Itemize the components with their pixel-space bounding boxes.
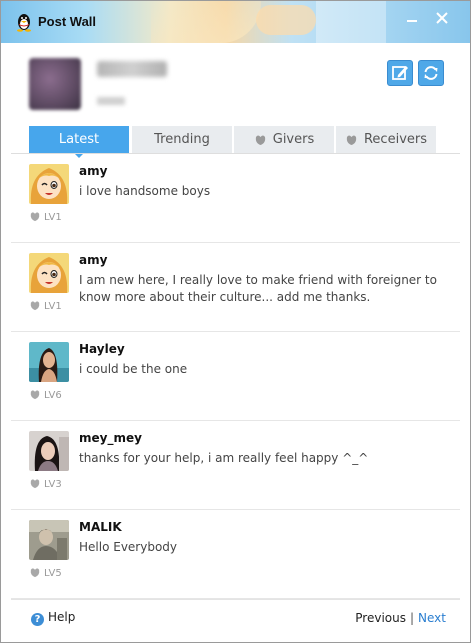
window-title: Post Wall [38,14,97,29]
post-wall-window: Post Wall Latest Trending Givers Receive… [0,0,471,643]
post-item: MALIK Hello Everybody LV5 [11,510,460,599]
avatar[interactable] [29,342,69,382]
tab-label: Trending [154,132,210,147]
post-message: thanks for your help, i am really feel h… [79,451,369,465]
post-username[interactable]: mey_mey [79,431,142,445]
post-username[interactable]: amy [79,253,107,267]
pagination: Previous | Next [355,611,446,625]
avatar[interactable] [29,520,69,560]
tab-bar: Latest Trending Givers Receivers [29,126,463,158]
help-icon: ? [31,613,44,626]
flower-icon [30,301,40,311]
level-badge: LV1 [29,300,62,312]
tab-label: Latest [58,132,100,147]
post-username[interactable]: Hayley [79,342,125,356]
post-message: i love handsome boys [79,184,211,198]
close-icon [436,12,448,24]
post-message: I am new here, I really love to make fri… [79,273,437,304]
avatar[interactable] [29,164,69,204]
previous-page-link[interactable]: Previous [355,611,406,625]
help-link[interactable]: ? Help [31,610,75,626]
minimize-button[interactable] [401,9,423,29]
title-bar-artwork [151,1,261,43]
qq-penguin-icon [17,14,31,32]
post-message: Hello Everybody [79,540,178,554]
refresh-button[interactable] [418,60,444,86]
flower-icon [346,135,357,145]
profile-header [1,43,470,125]
post-item: Hayley i could be the one LV6 [11,332,460,421]
refresh-icon [424,66,438,80]
post-username[interactable]: MALIK [79,520,122,534]
tab-receivers[interactable]: Receivers [336,126,436,153]
title-bar[interactable]: Post Wall [1,1,470,43]
post-item: mey_mey thanks for your help, i am reall… [11,421,460,510]
tab-trending[interactable]: Trending [132,126,232,153]
tab-givers[interactable]: Givers [234,126,334,153]
avatar[interactable] [29,58,81,110]
level-text: LV6 [44,390,62,401]
flower-icon [30,568,40,578]
tab-latest[interactable]: Latest [29,126,129,158]
post-feed: amy i love handsome boys LV1 amy I am ne… [11,154,460,599]
flower-icon [30,390,40,400]
profile-name-blurred [97,61,167,77]
post-item: amy I am new here, I really love to make… [11,243,460,332]
level-text: LV5 [44,568,62,579]
post-username[interactable]: amy [79,164,107,178]
level-text: LV3 [44,479,62,490]
avatar[interactable] [29,431,69,471]
footer: ? Help Previous | Next [11,599,460,642]
level-badge: LV1 [29,211,62,223]
flower-icon [255,135,265,145]
profile-sub-blurred [97,97,125,105]
flower-icon [30,479,40,489]
edit-icon [392,66,408,80]
flower-icon [30,212,40,222]
next-page-link[interactable]: Next [418,611,446,625]
compose-button[interactable] [387,60,413,86]
level-badge: LV6 [29,389,62,401]
avatar[interactable] [29,253,69,293]
level-text: LV1 [44,301,62,312]
minimize-icon [407,20,417,22]
help-label: Help [48,610,76,624]
level-badge: LV3 [29,478,62,490]
level-text: LV1 [44,212,62,223]
post-item: amy i love handsome boys LV1 [11,154,460,243]
pager-separator: | [409,611,415,625]
tab-label: Receivers [363,132,427,147]
post-message: i could be the one [79,362,188,376]
close-button[interactable] [431,9,453,29]
tab-label: Givers [272,132,315,147]
level-badge: LV5 [29,567,62,579]
